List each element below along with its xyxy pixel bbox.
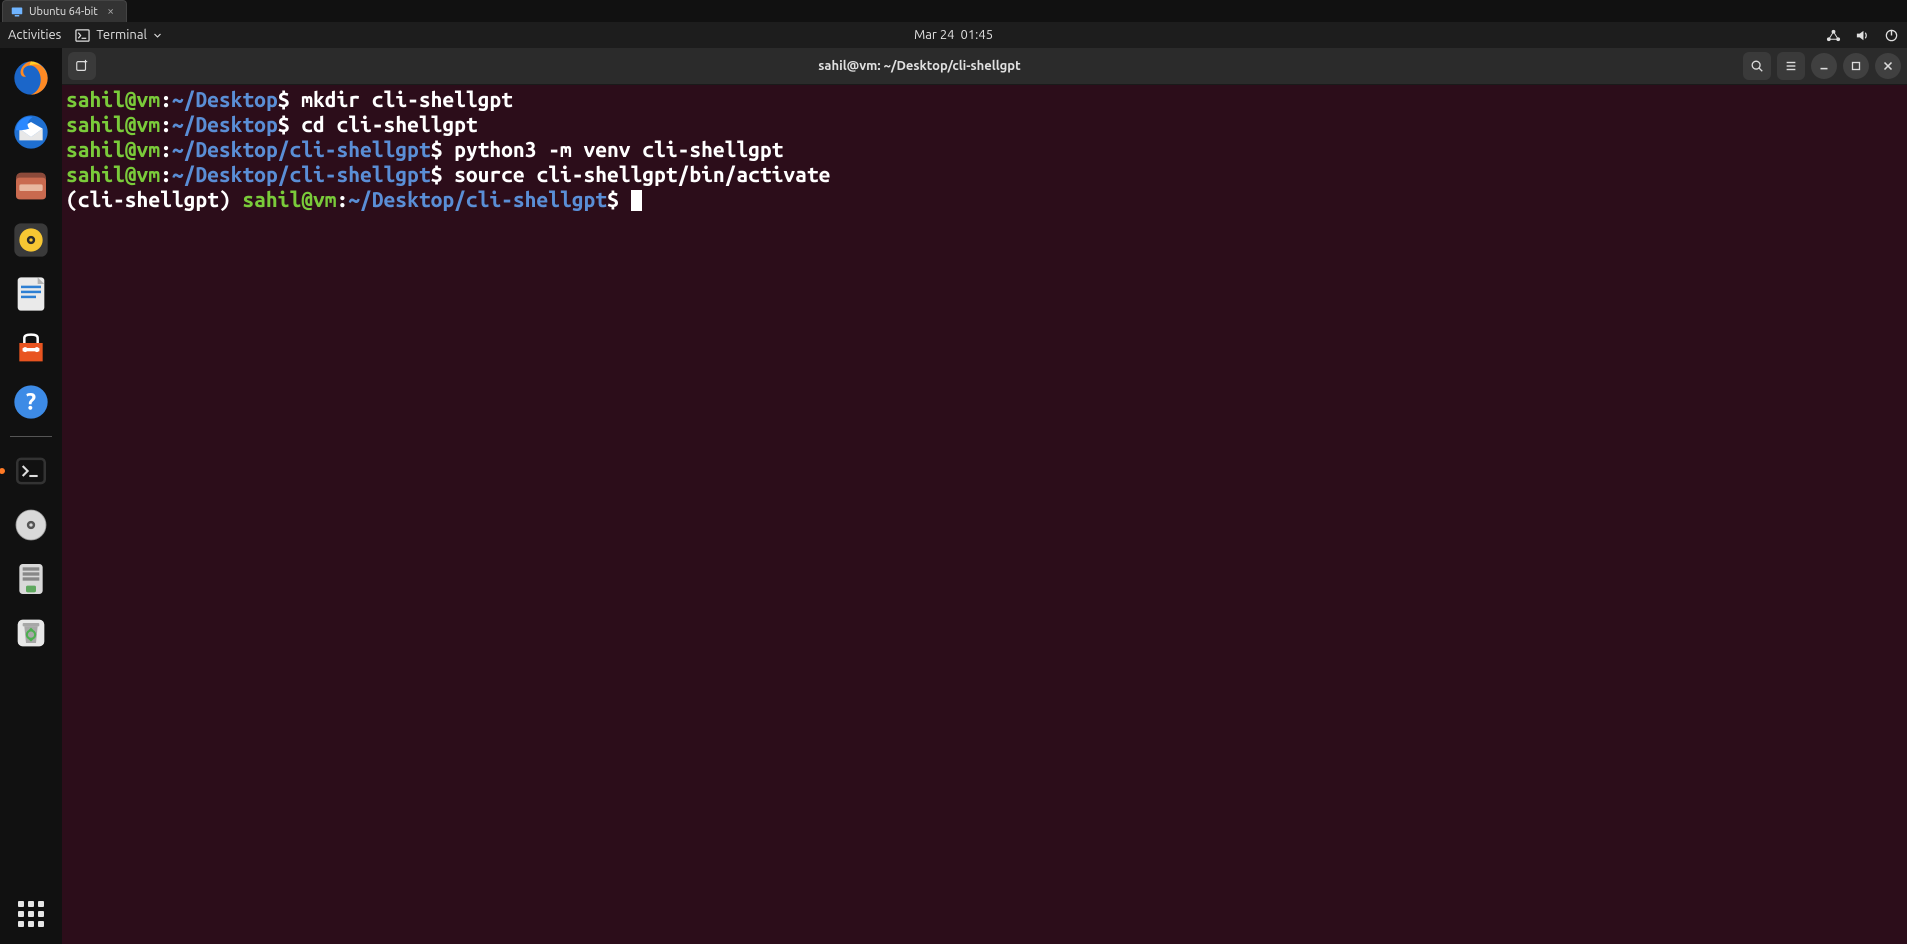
search-button[interactable] <box>1743 52 1771 80</box>
search-icon <box>1750 59 1764 73</box>
app-menu[interactable]: Terminal <box>75 28 162 43</box>
apps-grid-icon <box>18 901 44 927</box>
vm-tab[interactable]: Ubuntu 64-bit × <box>2 0 127 22</box>
vm-host-tabstrip: Ubuntu 64-bit × <box>0 0 1907 22</box>
trash-icon <box>11 613 51 653</box>
svg-text:?: ? <box>26 389 36 415</box>
close-button[interactable] <box>1875 53 1901 79</box>
terminal-window: sahil@vm: ~/Desktop/cli-shellgpt sahil@v… <box>62 48 1907 944</box>
terminal-body[interactable]: sahil@vm:~/Desktop$ mkdir cli-shellgptsa… <box>62 85 1907 944</box>
dock-item-trash[interactable] <box>9 611 53 655</box>
maximize-button[interactable] <box>1843 53 1869 79</box>
clock-time: 01:45 <box>961 28 994 42</box>
dock-item-software[interactable] <box>9 326 53 370</box>
dock-item-thunderbird[interactable] <box>9 110 53 154</box>
dock-item-terminal[interactable] <box>9 449 53 493</box>
new-tab-icon <box>75 59 89 73</box>
files-icon <box>11 166 51 206</box>
chevron-down-icon <box>153 31 162 40</box>
window-title: sahil@vm: ~/Desktop/cli-shellgpt <box>102 59 1737 73</box>
hamburger-icon <box>1784 59 1798 73</box>
minimize-icon <box>1817 59 1831 73</box>
close-icon <box>1881 59 1895 73</box>
rhythmbox-icon <box>11 220 51 260</box>
writer-icon <box>11 274 51 314</box>
hamburger-menu-button[interactable] <box>1777 52 1805 80</box>
dock-item-help[interactable]: ? <box>9 380 53 424</box>
power-icon <box>1884 28 1899 43</box>
clock-date: Mar 24 <box>914 28 955 42</box>
network-icon <box>1826 28 1841 43</box>
terminal-app-icon <box>11 451 51 491</box>
gnome-top-bar: Activities Terminal Mar 24 01:45 <box>0 22 1907 48</box>
close-icon[interactable]: × <box>104 5 118 19</box>
cursor <box>631 190 642 211</box>
firefox-icon <box>11 58 51 98</box>
dock-item-writer[interactable] <box>9 272 53 316</box>
dock-item-rhythmbox[interactable] <box>9 218 53 262</box>
dock-item-files[interactable] <box>9 164 53 208</box>
software-icon <box>11 328 51 368</box>
thunderbird-icon <box>11 112 51 152</box>
desktop: ? <box>0 48 1907 944</box>
dock-item-usb-creator[interactable] <box>9 557 53 601</box>
vm-tab-label: Ubuntu 64-bit <box>29 6 98 18</box>
volume-icon <box>1855 28 1870 43</box>
dock-separator <box>10 436 52 437</box>
maximize-icon <box>1849 59 1863 73</box>
disc-icon <box>11 505 51 545</box>
clock[interactable]: Mar 24 01:45 <box>914 28 993 42</box>
window-titlebar[interactable]: sahil@vm: ~/Desktop/cli-shellgpt <box>62 48 1907 85</box>
new-tab-button[interactable] <box>68 52 96 80</box>
status-area[interactable] <box>1826 28 1899 43</box>
help-icon: ? <box>11 382 51 422</box>
dock: ? <box>0 48 62 944</box>
usb-creator-icon <box>11 559 51 599</box>
dock-item-firefox[interactable] <box>9 56 53 100</box>
dock-item-disc[interactable] <box>9 503 53 547</box>
activities-button[interactable]: Activities <box>8 28 61 42</box>
app-name-label: Terminal <box>96 28 147 42</box>
terminal-icon <box>75 28 90 43</box>
show-applications-button[interactable] <box>9 892 53 936</box>
pc-icon <box>11 6 23 18</box>
minimize-button[interactable] <box>1811 53 1837 79</box>
